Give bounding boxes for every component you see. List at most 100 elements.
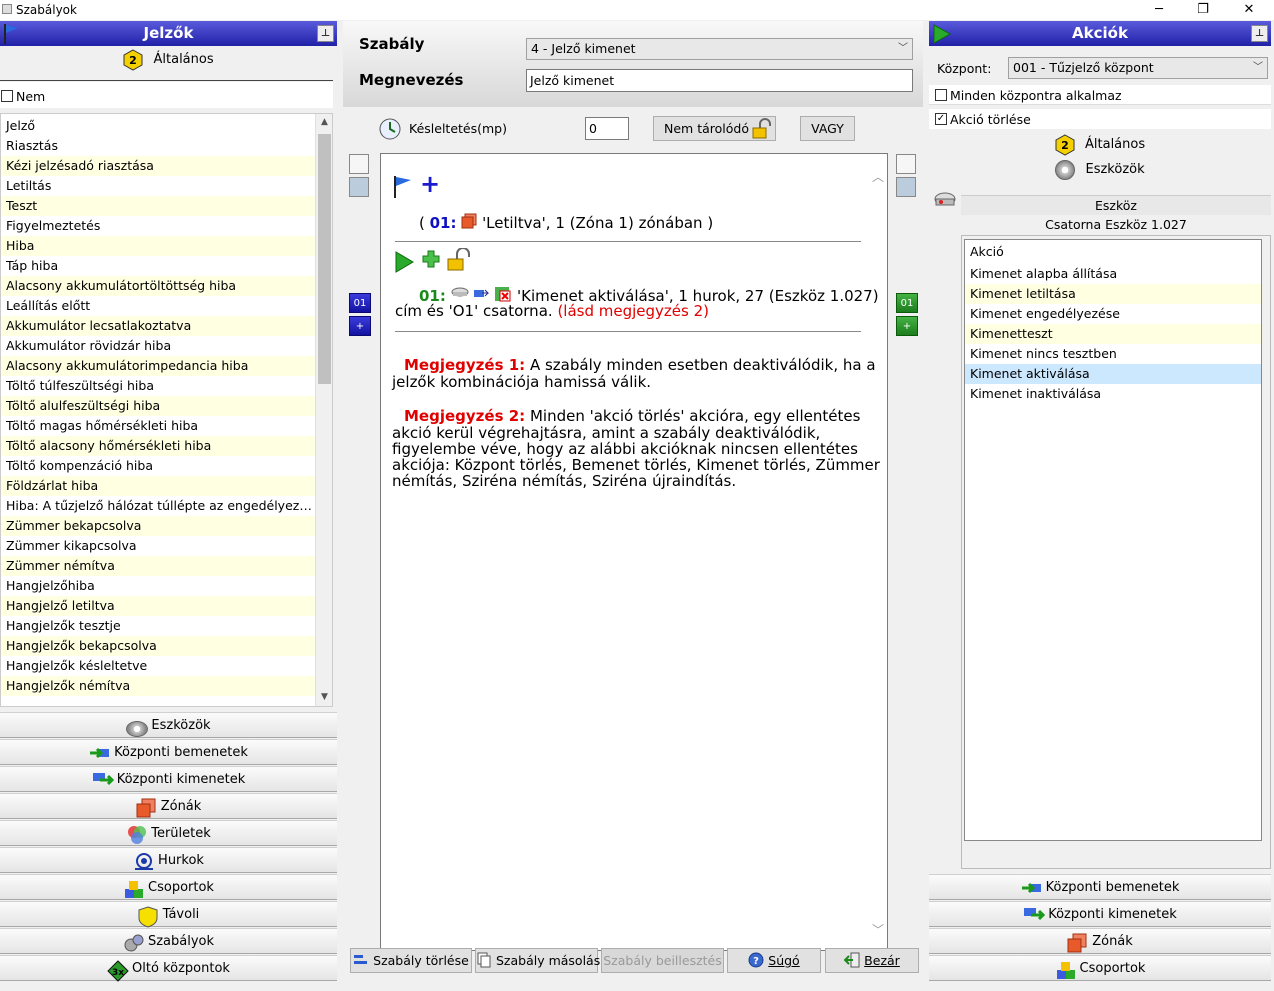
unlock-icon[interactable] (445, 248, 471, 272)
nav-button[interactable]: Központi bemenetek (929, 874, 1271, 900)
nav-button[interactable]: 3x Oltó központok (0, 955, 337, 982)
list-item[interactable]: Töltő túlfeszültségi hiba (1, 376, 316, 396)
play-icon[interactable] (393, 250, 415, 274)
nav-button[interactable]: Területek (0, 820, 337, 846)
select-group-icon[interactable] (349, 177, 369, 197)
list-item[interactable]: Hangjelző letiltva (1, 596, 316, 616)
list-item[interactable]: Zümmer kikapcsolva (1, 536, 316, 556)
nav-button[interactable]: Csoportok (0, 874, 337, 900)
action-note-ref: (lásd megjegyzés 2) (557, 302, 709, 320)
list-item[interactable]: Földzárlat hiba (1, 476, 316, 496)
nav-button[interactable]: Központi kimenetek (0, 766, 337, 792)
list-item[interactable]: Táp hiba (1, 256, 316, 276)
general-tab[interactable]: 2 Általános (0, 48, 337, 72)
or-button[interactable]: VAGY (800, 116, 855, 141)
copy-rule-button[interactable]: Szabály másolás (475, 948, 600, 973)
close-button[interactable]: Bezár (825, 948, 919, 973)
devices-tab[interactable]: Eszközök (929, 158, 1271, 182)
list-item[interactable]: Hiba: A tűzjelző hálózat túllépte az eng… (1, 496, 316, 516)
nav-label: Központi bemenetek (1045, 880, 1180, 895)
scroll-up-icon[interactable]: ▲ (316, 114, 332, 131)
cond-number: 01: (429, 214, 457, 232)
delay-input[interactable]: 0 (585, 117, 629, 140)
list-item[interactable]: Töltő alacsony hőmérsékleti hiba (1, 436, 316, 456)
right-add-button[interactable]: + (896, 316, 918, 336)
right-select-all-icon[interactable] (896, 154, 916, 174)
close-window-button[interactable]: ✕ (1226, 0, 1272, 20)
left-add-button[interactable]: + (349, 316, 371, 336)
help-button[interactable]: ? Súgó (727, 948, 821, 973)
device-icon (934, 192, 956, 206)
right-select-group-icon[interactable] (896, 177, 916, 197)
list-item[interactable]: Töltő magas hőmérsékleti hiba (1, 416, 316, 436)
list-item[interactable]: Hangjelzők tesztje (1, 616, 316, 636)
list-item[interactable]: Letiltás (1, 176, 316, 196)
list-item[interactable]: Alacsony akkumulátortöltöttség hiba (1, 276, 316, 296)
area-icon (126, 825, 147, 844)
select-all-icon[interactable] (349, 154, 369, 174)
signals-list: Jelző Riasztás Kézi jelzésadó riasztása Le… (0, 113, 333, 707)
list-item[interactable]: Kimenetteszt (965, 324, 1261, 344)
list-item[interactable]: Zümmer némítva (1, 556, 316, 576)
list-item[interactable]: Hiba (1, 236, 316, 256)
left-badge-01[interactable]: 01 (349, 293, 371, 313)
list-item[interactable]: Teszt (1, 196, 316, 216)
scroll-down-icon[interactable]: ▼ (316, 689, 332, 706)
nav-button[interactable]: Zónák (929, 928, 1271, 954)
central-select[interactable]: 001 - Tűzjelző központ ﹀ (1008, 57, 1268, 79)
central-output-icon (474, 289, 490, 297)
list-item[interactable]: Kimenet letiltása (965, 284, 1261, 304)
list-item[interactable]: Hangjelzők bekapcsolva (1, 636, 316, 656)
paste-rule-button[interactable]: Szabály beillesztés (601, 948, 724, 973)
list-item[interactable]: Hangjelzőhiba (1, 576, 316, 596)
list-item[interactable]: Kimenet aktiválása (965, 364, 1261, 384)
nonstore-button[interactable]: Nem tárolódó (653, 116, 776, 141)
action-delete-checkbox[interactable]: ✓ (935, 113, 947, 125)
minimize-button[interactable]: ─ (1136, 0, 1182, 20)
maximize-button[interactable]: ❐ (1180, 0, 1226, 20)
list-item[interactable]: Kézi jelzésadó riasztása (1, 156, 316, 176)
list-item[interactable]: Hangjelzők némítva (1, 676, 316, 696)
nem-checkbox[interactable] (1, 90, 13, 102)
nav-button[interactable]: Zónák (0, 793, 337, 819)
list-item[interactable]: Leállítás előtt (1, 296, 316, 316)
nav-button[interactable]: Eszközök (0, 712, 337, 738)
list-item[interactable]: Akkumulátor lecsatlakoztatva (1, 316, 316, 336)
scroll-thumb[interactable] (318, 134, 331, 384)
pin-icon[interactable]: ⊥ (317, 25, 334, 42)
list-item[interactable]: Alacsony akkumulátorimpedancia hiba (1, 356, 316, 376)
right-badge-01[interactable]: 01 (896, 293, 918, 313)
scroll-up-icon[interactable]: ︿ (872, 168, 884, 185)
device-header: Eszköz (961, 195, 1271, 215)
add-condition-icon[interactable]: + (420, 170, 440, 198)
nav-button[interactable]: Hurkok (0, 847, 337, 873)
list-item[interactable]: Riasztás (1, 136, 316, 156)
list-item[interactable]: Figyelmeztetés (1, 216, 316, 236)
list-item[interactable]: Töltő alulfeszültségi hiba (1, 396, 316, 416)
list-item[interactable]: Töltő kompenzáció hiba (1, 456, 316, 476)
nav-label: Távoli (162, 907, 200, 922)
list-item[interactable]: Kimenet nincs tesztben (965, 344, 1261, 364)
apply-all-checkbox[interactable] (935, 89, 947, 101)
scroll-down-icon[interactable]: ﹀ (872, 921, 884, 938)
general-tab[interactable]: 2 Általános (929, 133, 1271, 157)
list-item[interactable]: Hangjelzők késleltetve (1, 656, 316, 676)
pin-icon[interactable]: ⊥ (1251, 25, 1268, 42)
list-item[interactable]: Kimenet engedélyezése (965, 304, 1261, 324)
condition-line[interactable]: ( 01: 'Letiltva', 1 (Zóna 1) zónában ) (419, 213, 713, 232)
nav-button[interactable]: Csoportok (929, 955, 1271, 981)
list-item[interactable]: Akkumulátor rövidzár hiba (1, 336, 316, 356)
name-input[interactable]: Jelző kimenet (526, 69, 913, 92)
nav-button[interactable]: Központi bemenetek (0, 739, 337, 765)
delete-rule-button[interactable]: Szabály törlése (350, 948, 472, 973)
nav-button[interactable]: Központi kimenetek (929, 901, 1271, 927)
list-item[interactable]: Kimenet inaktiválása (965, 384, 1261, 404)
list-item[interactable]: Zümmer bekapcsolva (1, 516, 316, 536)
rule-select[interactable]: 4 - Jelző kimenet ﹀ (526, 38, 913, 60)
add-action-icon[interactable] (422, 250, 440, 268)
list-item[interactable]: Kimenet alapba állítása (965, 264, 1261, 284)
nav-button[interactable]: Távoli (0, 901, 337, 928)
signals-scrollbar[interactable]: ▲ ▼ (315, 114, 332, 706)
nav-button[interactable]: Szabályok (0, 928, 337, 954)
zone-icon (461, 213, 477, 229)
